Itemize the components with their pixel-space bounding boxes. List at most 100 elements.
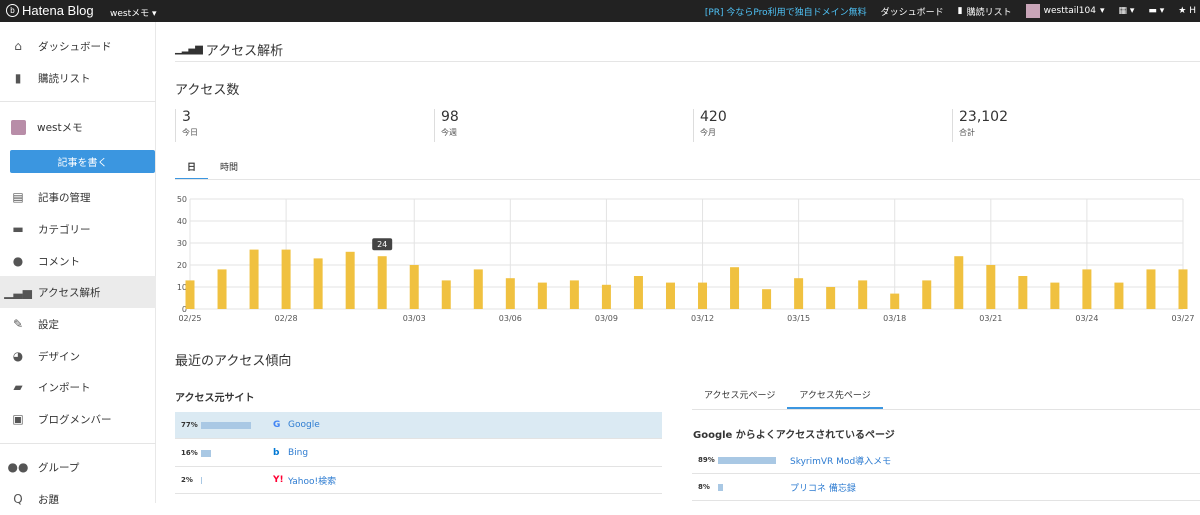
x-tick-label: 03/21 [979, 314, 1002, 323]
tab-hour[interactable]: 時間 [208, 155, 250, 180]
sidebar-item-group[interactable]: ●● グループ [0, 451, 156, 483]
sidebar-item-access-analysis[interactable]: ▁▃▅ アクセス解析 [0, 276, 156, 308]
bar-03/01 [345, 251, 355, 309]
source-share-bar [201, 421, 251, 429]
source-link[interactable]: Bing [288, 448, 308, 458]
bar-02/29 [313, 258, 323, 309]
source-share-bar [201, 449, 211, 457]
bar-03/08 [569, 280, 579, 309]
bookmark-icon: ▮ [957, 6, 963, 16]
access-count-heading: アクセス数 [175, 83, 240, 98]
bar-03/26 [1146, 269, 1156, 309]
bar-02/26 [217, 269, 227, 309]
bar-02/25 [185, 280, 195, 309]
page-link[interactable]: プリコネ 備忘録 [790, 481, 856, 494]
x-tick-label: 03/18 [883, 314, 906, 323]
page-row[interactable]: 8% プリコネ 備忘録 [692, 474, 1200, 501]
truck-icon: ▰ [13, 380, 23, 394]
bar-03/15 [794, 278, 804, 309]
y-tick-label: 40 [177, 217, 187, 226]
sidebar-item-reading-list[interactable]: ▮ 購読リスト [0, 62, 156, 94]
group-icon: ●● [7, 460, 29, 474]
x-tick-label: 03/15 [787, 314, 810, 323]
bar-03/27 [1178, 269, 1188, 309]
blog-selector[interactable]: westメモ ▾ [110, 6, 157, 19]
document-icon: ▤ [12, 190, 24, 204]
stat-week: 98 今週 [434, 109, 459, 142]
page-tabs: アクセス元ページ アクセス先ページ [692, 384, 1200, 410]
x-tick-label: 02/25 [178, 314, 201, 323]
bar-03/25 [1114, 282, 1124, 309]
bar-03/20 [954, 256, 964, 309]
pr-link[interactable]: [PR] 今ならPro利用で独自ドメイン無料 [705, 5, 867, 18]
sidebar-item-comment[interactable]: ● コメント [0, 245, 156, 277]
tab-day[interactable]: 日 [175, 155, 209, 180]
x-tick-label: 03/03 [403, 314, 426, 323]
notification-icon[interactable]: ▬ ▾ [1148, 6, 1164, 16]
hatena-star-icon[interactable]: ★ H [1178, 6, 1196, 16]
google-icon: G [273, 420, 281, 430]
bar-03/18 [890, 293, 900, 309]
sidebar-item-dashboard[interactable]: ⌂ ダッシュボード [0, 30, 156, 62]
source-link[interactable]: Google [288, 420, 320, 430]
bar-03/19 [922, 280, 932, 309]
divider [0, 443, 156, 444]
sidebar-item-design[interactable]: ◕ デザイン [0, 340, 156, 372]
x-tick-label: 03/06 [499, 314, 522, 323]
source-row-google[interactable]: 77% G Google [175, 412, 662, 439]
tab-source-page[interactable]: アクセス元ページ [692, 384, 787, 409]
page-share-bar [718, 456, 776, 464]
write-article-button[interactable]: 記事を書く [10, 150, 155, 173]
page-link[interactable]: SkyrimVR Mod導入メモ [790, 454, 891, 467]
source-link[interactable]: Yahoo!検索 [288, 474, 336, 487]
sidebar-item-article-management[interactable]: ▤ 記事の管理 [0, 181, 156, 213]
wrench-icon: ✎ [12, 317, 24, 331]
bar-03/16 [826, 287, 836, 309]
bar-03/17 [858, 280, 868, 309]
bar-03/05 [473, 269, 483, 309]
bar-02/28 [281, 249, 291, 309]
blog-avatar [11, 119, 26, 135]
bar-03/03 [409, 265, 419, 309]
google-pages-heading: Google からよくアクセスされているページ [693, 430, 895, 441]
apps-grid-icon[interactable]: ▦ ▾ [1119, 6, 1135, 16]
blog-name-row[interactable]: westメモ [0, 115, 83, 139]
bookmark-icon: ▮ [14, 71, 22, 85]
period-tabs: 日 時間 [175, 155, 250, 180]
x-tick-label: 02/28 [275, 314, 298, 323]
y-tick-label: 20 [177, 261, 187, 270]
source-site-heading: アクセス元サイト [175, 393, 255, 404]
y-tick-label: 50 [177, 195, 187, 204]
bar-03/12 [698, 282, 708, 309]
source-row-bing[interactable]: 16% b Bing [175, 440, 662, 467]
sidebar-item-odai[interactable]: Q お題 [0, 483, 156, 515]
folder-icon: ▬ [12, 222, 24, 236]
sidebar-item-settings[interactable]: ✎ 設定 [0, 308, 156, 340]
bar-03/24 [1082, 269, 1092, 309]
x-tick-label: 03/12 [691, 314, 714, 323]
bar-chart-icon: ▁▂▄▆ [175, 44, 203, 55]
main-content: ▁▂▄▆ アクセス解析 アクセス数 3 今日 98 今週 420 今月 23,1… [157, 22, 1200, 503]
bar-03/14 [762, 289, 772, 309]
x-tick-label: 03/24 [1075, 314, 1098, 323]
hatena-blog-logo[interactable]: b Hatena Blog [6, 3, 94, 18]
bar-03/22 [1018, 276, 1028, 309]
bar-03/02 [377, 256, 387, 309]
page-row[interactable]: 89% SkyrimVR Mod導入メモ [692, 447, 1200, 474]
reading-list-link[interactable]: ▮ 購読リスト [958, 5, 1012, 18]
sidebar-item-blog-members[interactable]: ▣ ブログメンバー [0, 403, 156, 435]
members-icon: ▣ [12, 412, 24, 426]
page-title: ▁▂▄▆ アクセス解析 [175, 44, 284, 59]
stat-today: 3 今日 [175, 109, 198, 142]
sidebar-item-category[interactable]: ▬ カテゴリー [0, 213, 156, 245]
y-tick-label: 30 [177, 239, 187, 248]
hatena-logo-icon: b [6, 4, 19, 17]
sidebar-item-import[interactable]: ▰ インポート [0, 371, 156, 403]
tab-destination-page[interactable]: アクセス先ページ [787, 384, 883, 409]
divider [175, 179, 1200, 180]
source-row-yahoo[interactable]: 2% Y! Yahoo!検索 [175, 467, 662, 494]
bar-03/04 [441, 280, 451, 309]
dashboard-link[interactable]: ダッシュボード [881, 5, 944, 18]
user-menu[interactable]: westtail104 ▾ [1025, 4, 1105, 18]
bar-03/06 [505, 278, 515, 309]
